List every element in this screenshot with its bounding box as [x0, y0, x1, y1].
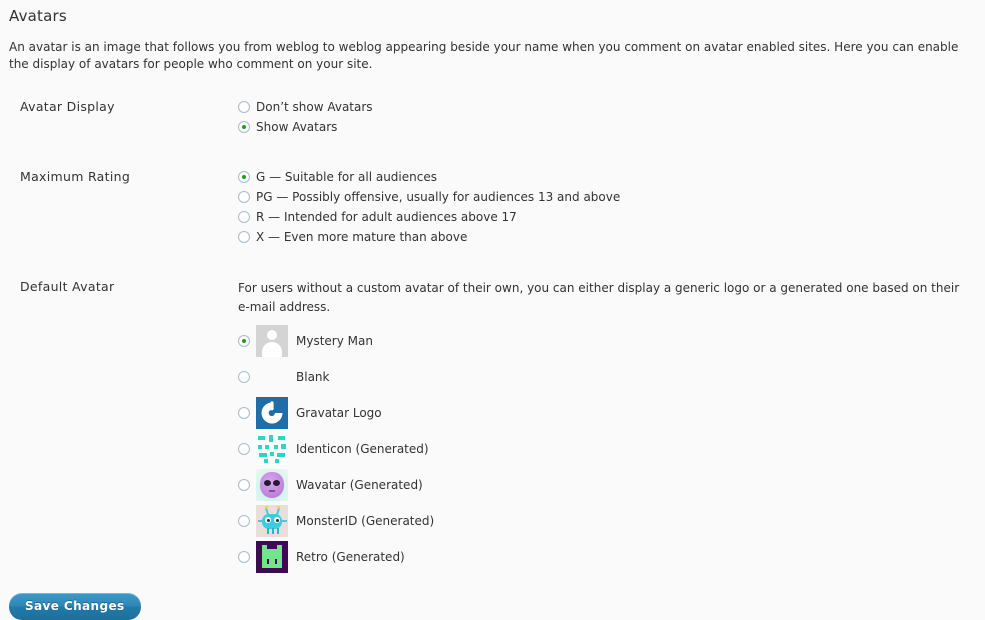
avatar-option-label[interactable]: Mystery Man	[296, 334, 373, 348]
radio-label[interactable]: R — Intended for adult audiences above 1…	[256, 209, 517, 225]
default-avatar-field: For users without a custom avatar of the…	[238, 271, 985, 575]
radio-icon-checked[interactable]	[238, 335, 250, 347]
radio-icon[interactable]	[238, 231, 250, 243]
avatar-option-wavatar[interactable]: Wavatar (Generated)	[238, 467, 965, 503]
radio-icon-checked[interactable]	[238, 121, 250, 133]
avatar-display-label: Avatar Display	[20, 99, 115, 114]
radio-label[interactable]: Don’t show Avatars	[256, 99, 373, 115]
avatar-option-label[interactable]: MonsterID (Generated)	[296, 514, 434, 528]
avatar-option-label[interactable]: Gravatar Logo	[296, 406, 382, 420]
avatar-display-row: Avatar Display Don’t show Avatars Show A…	[0, 91, 985, 139]
avatar-option-blank[interactable]: Blank	[238, 359, 965, 395]
radio-icon[interactable]	[238, 479, 250, 491]
blank-avatar-icon	[256, 361, 288, 393]
radio-option-dont-show-avatars[interactable]: Don’t show Avatars	[238, 99, 965, 115]
radio-option-rating-pg[interactable]: PG — Possibly offensive, usually for aud…	[238, 189, 965, 205]
maximum-rating-label: Maximum Rating	[20, 169, 131, 184]
retro-avatar-icon	[256, 541, 288, 573]
radio-icon[interactable]	[238, 443, 250, 455]
maximum-rating-field: G — Suitable for all audiences PG — Poss…	[238, 161, 985, 249]
page-intro-text: An avatar is an image that follows you f…	[9, 40, 959, 71]
row-spacer	[0, 139, 985, 161]
radio-option-rating-g[interactable]: G — Suitable for all audiences	[238, 169, 965, 185]
radio-icon-checked[interactable]	[238, 171, 250, 183]
default-avatar-row: Default Avatar For users without a custo…	[0, 271, 985, 575]
avatar-settings-form: Avatar Display Don’t show Avatars Show A…	[0, 91, 985, 575]
save-changes-button[interactable]: Save Changes	[9, 593, 141, 620]
radio-icon[interactable]	[238, 515, 250, 527]
avatar-option-retro[interactable]: Retro (Generated)	[238, 539, 965, 575]
avatar-display-radio-group: Don’t show Avatars Show Avatars	[238, 99, 965, 135]
default-avatar-label: Default Avatar	[20, 279, 115, 294]
submit-area: Save Changes	[0, 575, 985, 620]
radio-icon[interactable]	[238, 101, 250, 113]
radio-label[interactable]: PG — Possibly offensive, usually for aud…	[256, 189, 620, 205]
avatar-display-field: Don’t show Avatars Show Avatars	[238, 91, 985, 139]
radio-icon[interactable]	[238, 191, 250, 203]
radio-option-rating-x[interactable]: X — Even more mature than above	[238, 229, 965, 245]
mystery-man-avatar-icon	[256, 325, 288, 357]
gravatar-logo-icon	[256, 397, 288, 429]
avatar-option-label[interactable]: Wavatar (Generated)	[296, 478, 423, 492]
default-avatar-radio-group: Mystery Man Blank Gravatar Logo Identico…	[238, 323, 965, 575]
radio-option-show-avatars[interactable]: Show Avatars	[238, 119, 965, 135]
maximum-rating-radio-group: G — Suitable for all audiences PG — Poss…	[238, 169, 965, 245]
row-spacer	[0, 249, 985, 271]
page-title: Avatars	[9, 7, 67, 25]
avatar-option-label[interactable]: Identicon (Generated)	[296, 442, 429, 456]
radio-label[interactable]: X — Even more mature than above	[256, 229, 467, 245]
avatar-option-label[interactable]: Retro (Generated)	[296, 550, 405, 564]
radio-icon[interactable]	[238, 551, 250, 563]
radio-icon[interactable]	[238, 211, 250, 223]
wavatar-avatar-icon	[256, 469, 288, 501]
maximum-rating-row: Maximum Rating G — Suitable for all audi…	[0, 161, 985, 249]
avatars-settings-page: Avatars An avatar is an image that follo…	[0, 0, 985, 620]
identicon-avatar-icon	[256, 433, 288, 465]
radio-icon[interactable]	[238, 371, 250, 383]
avatar-option-mystery-man[interactable]: Mystery Man	[238, 323, 965, 359]
avatar-option-label[interactable]: Blank	[296, 370, 329, 384]
radio-option-rating-r[interactable]: R — Intended for adult audiences above 1…	[238, 209, 965, 225]
avatar-option-monsterid[interactable]: MonsterID (Generated)	[238, 503, 965, 539]
radio-label[interactable]: Show Avatars	[256, 119, 337, 135]
radio-icon[interactable]	[238, 407, 250, 419]
avatar-option-identicon[interactable]: Identicon (Generated)	[238, 431, 965, 467]
avatar-option-gravatar-logo[interactable]: Gravatar Logo	[238, 395, 965, 431]
monsterid-avatar-icon	[256, 505, 288, 537]
default-avatar-helper-text: For users without a custom avatar of the…	[238, 281, 960, 314]
radio-label[interactable]: G — Suitable for all audiences	[256, 169, 437, 185]
